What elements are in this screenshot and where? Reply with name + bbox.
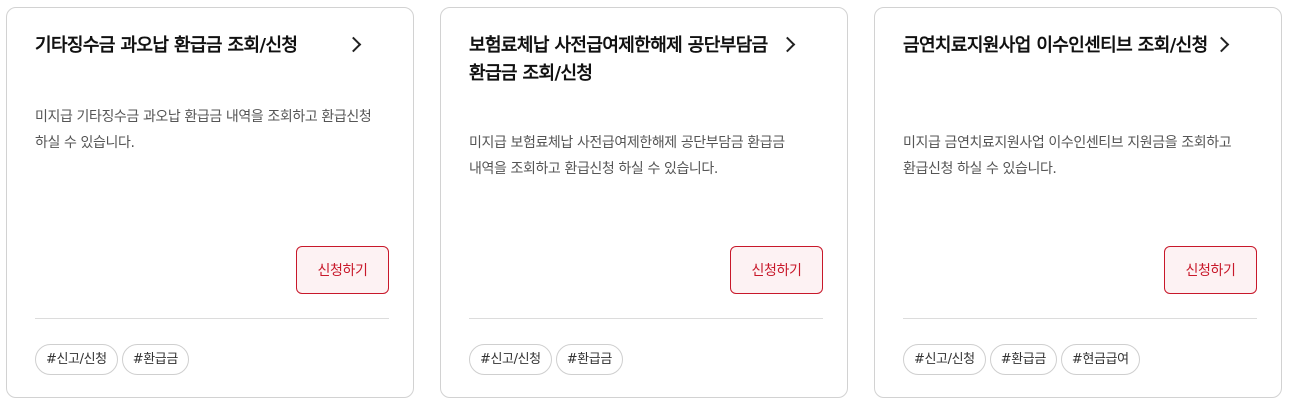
tag-report-apply[interactable]: #신고/신청 (903, 344, 986, 375)
apply-button[interactable]: 신청하기 (1164, 246, 1257, 294)
divider (903, 318, 1257, 319)
tag-list: #신고/신청 #환급금 (35, 344, 189, 375)
service-card-smoking-cessation[interactable]: 금연치료지원사업 이수인센티브 조회/신청 미지급 금연치료지원사업 이수인센티… (874, 7, 1282, 398)
tag-report-apply[interactable]: #신고/신청 (469, 344, 552, 375)
divider (35, 318, 389, 319)
service-card-refund-misc[interactable]: 기타징수금 과오납 환급금 조회/신청 미지급 기타징수금 과오납 환급금 내역… (6, 7, 414, 398)
service-card-refund-insurance[interactable]: 보험료체납 사전급여제한해제 공단부담금 환급금 조회/신청 미지급 보험료체납… (440, 7, 848, 398)
tag-refund[interactable]: #환급금 (555, 344, 623, 375)
tag-refund[interactable]: #환급금 (121, 344, 189, 375)
tag-refund[interactable]: #환급금 (989, 344, 1057, 375)
tag-report-apply[interactable]: #신고/신청 (35, 344, 118, 375)
card-description: 미지급 기타징수금 과오납 환급금 내역을 조회하고 환급신청 하실 수 있습니… (35, 109, 372, 151)
tag-list: #신고/신청 #환급금 (469, 344, 623, 375)
divider (469, 318, 823, 319)
apply-button[interactable]: 신청하기 (296, 246, 389, 294)
card-title[interactable]: 금연치료지원사업 이수인센티브 조회/신청 (903, 32, 1233, 60)
apply-button[interactable]: 신청하기 (730, 246, 823, 294)
card-title[interactable]: 보험료체납 사전급여제한해제 공단부담금 환급금 조회/신청 (469, 32, 799, 88)
tag-list: #신고/신청 #환급금 #현금급여 (903, 344, 1140, 375)
card-description: 미지급 금연치료지원사업 이수인센티브 지원금을 조회하고 환급신청 하실 수 … (903, 135, 1232, 177)
card-title[interactable]: 기타징수금 과오납 환급금 조회/신청 (35, 32, 365, 60)
card-description: 미지급 보험료체납 사전급여제한해제 공단부담금 환급금 내역을 조회하고 환급… (469, 135, 785, 177)
service-card-list: 기타징수금 과오납 환급금 조회/신청 미지급 기타징수금 과오납 환급금 내역… (0, 0, 1301, 412)
tag-cash-benefit[interactable]: #현금급여 (1060, 344, 1140, 375)
